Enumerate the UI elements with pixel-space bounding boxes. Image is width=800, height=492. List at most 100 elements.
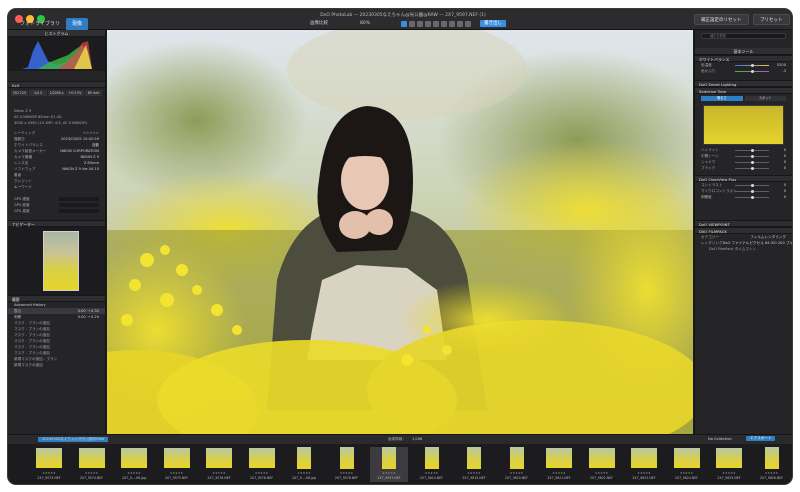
export-button[interactable]: 書き出し xyxy=(480,20,506,27)
slider-track[interactable] xyxy=(735,190,769,193)
split-view-icon[interactable] xyxy=(465,21,471,27)
filmstrip-thumbnail[interactable]: ★★★★★ 2X7_9578.NEF xyxy=(243,447,281,482)
section-smart-lighting[interactable]: DxO Smart Lighting xyxy=(695,80,792,87)
histogram-header[interactable]: ヒストグラム xyxy=(8,30,105,37)
slider-track[interactable] xyxy=(735,70,769,73)
thumbnail-rating[interactable]: ★★★★★ xyxy=(370,471,408,475)
filmstrip-thumbnail[interactable]: ★★★★★ 2X7_9574.NEF xyxy=(73,447,111,482)
section-viewpoint[interactable]: DxO VIEWPOINT xyxy=(695,220,792,227)
filmstrip-thumbnail[interactable]: ★★★★★ 2X7_9623.NEF xyxy=(625,447,663,482)
tone-tab-spot[interactable]: スポット xyxy=(744,96,786,101)
thumbnail-rating[interactable]: ★★★★★ xyxy=(498,471,536,475)
slider-knob[interactable] xyxy=(751,190,754,193)
thumbnail-rating[interactable]: ★★★★★ xyxy=(243,471,281,475)
filmpack-time-machine[interactable]: DxO FilmPack タイムマシン xyxy=(695,246,792,252)
export-to-button[interactable]: エクスポート xyxy=(746,436,776,441)
eye-preview-icon[interactable] xyxy=(457,21,463,27)
thumbnail-rating[interactable]: ★★★★★ xyxy=(710,471,748,475)
filmstrip-thumbnail[interactable]: ★★★★★ 2X7_9578.NEF xyxy=(328,447,366,482)
collection-label[interactable]: No Collection xyxy=(708,437,732,441)
thumbnail-rating[interactable]: ★★★★★ xyxy=(158,471,196,475)
slider-knob[interactable] xyxy=(751,196,754,199)
reset-corrections-button[interactable]: 補正設定のリセット xyxy=(694,14,749,25)
slider-track[interactable] xyxy=(735,64,769,67)
red-eye-tool-icon[interactable] xyxy=(425,21,431,27)
thumbnail-rating[interactable]: ★★★★★ xyxy=(73,471,111,475)
gps-field[interactable] xyxy=(59,209,99,213)
slider-knob[interactable] xyxy=(751,64,754,67)
crop-tool-icon[interactable] xyxy=(401,21,407,27)
thumbnail-rating[interactable]: ★★★★★ xyxy=(625,471,663,475)
gps-field[interactable] xyxy=(59,197,99,201)
thumbnail-rating[interactable]: ★★★★★ xyxy=(583,471,621,475)
thumbnail-rating[interactable]: ★★★★★ xyxy=(328,471,366,475)
filmstrip-thumbnail[interactable]: ★★★★★ 2X7_9622.NEF xyxy=(583,447,621,482)
perspective-tool-icon[interactable] xyxy=(417,21,423,27)
thumbnail-rating[interactable]: ★★★★★ xyxy=(753,471,791,475)
history-header[interactable]: 履歴 xyxy=(8,295,105,302)
straighten-tool-icon[interactable] xyxy=(409,21,415,27)
filmstrip-thumbnail[interactable]: ★★★★★ 2X7_9576.NEF xyxy=(200,447,238,482)
filmstrip-thumbnail[interactable]: ★★★★★ 2X7_9626.NEF xyxy=(753,447,791,482)
filmstrip-thumbnail[interactable]: ★★★★★ 2X7_9610.NEF xyxy=(413,447,451,482)
exif-section-header[interactable]: Exif xyxy=(8,81,105,88)
slider-track[interactable] xyxy=(735,167,769,170)
slider-knob[interactable] xyxy=(751,149,754,152)
compare-button[interactable]: 画像比較 xyxy=(310,20,328,27)
thumbnail-rating[interactable]: ★★★★★ xyxy=(413,471,451,475)
slider-knob[interactable] xyxy=(751,161,754,164)
slider-row[interactable]: 明瞭度 0 xyxy=(695,194,792,200)
filmstrip-thumbnail[interactable]: ★★★★★ 2X7_9620.NEF xyxy=(498,447,536,482)
folder-name[interactable]: 20230305なえちゃん@光公園@RAW xyxy=(38,437,109,442)
thumbnail-rating[interactable]: ★★★★★ xyxy=(285,471,323,475)
filmstrip-thumbnail[interactable]: ★★★★★ 2X7_9615.NEF xyxy=(455,447,493,482)
slider-row[interactable]: ブラック 0 xyxy=(695,165,792,171)
control-point-tool-icon[interactable] xyxy=(449,21,455,27)
filmstrip-thumbnail[interactable]: ★★★★★ 2X7_9625.NEF xyxy=(710,447,748,482)
repair-tool-icon[interactable] xyxy=(433,21,439,27)
section-clearview[interactable]: DxO ClearView Plus xyxy=(695,175,792,182)
slider-knob[interactable] xyxy=(751,167,754,170)
filmstrip-thumbnail[interactable]: ★★★★★ 2X7_9621.NEF xyxy=(540,447,578,482)
basic-tools-header[interactable]: 基本ツール xyxy=(695,48,792,55)
filmstrip-thumbnail[interactable]: ★★★★★ 2X7_9...-06.jpg xyxy=(115,447,153,482)
slider-knob[interactable] xyxy=(751,70,754,73)
navigator-thumbnail[interactable] xyxy=(43,231,79,291)
navigator-header[interactable]: ナビゲーター xyxy=(8,220,105,227)
history-item[interactable]: 新規マスクの追加 xyxy=(8,362,105,368)
thumbnail-rating[interactable]: ★★★★★ xyxy=(668,471,706,475)
slider-knob[interactable] xyxy=(751,155,754,158)
slider-value[interactable]: 0 xyxy=(784,165,786,171)
slider-knob[interactable] xyxy=(751,184,754,187)
filmstrip-thumbnail[interactable]: ★★★★★ 2X7_9573.NEF xyxy=(30,447,68,482)
slider-track[interactable] xyxy=(735,155,769,158)
slider-track[interactable] xyxy=(735,149,769,152)
section-selective-tone[interactable]: Selective Tone xyxy=(695,87,792,94)
presets-button[interactable]: プリセット xyxy=(753,14,790,25)
section-white-balance[interactable]: ホワイトバランス xyxy=(695,55,792,62)
navigator[interactable] xyxy=(8,227,105,295)
filmstrip-thumbnail[interactable]: ★★★★★ 2X7_9597.NEF xyxy=(370,447,408,482)
zoom-level[interactable]: 80% xyxy=(360,20,370,27)
slider-value[interactable]: -3 xyxy=(782,68,786,74)
filmstrip-thumbnail[interactable]: ★★★★★ 2X7_9624.NEF xyxy=(668,447,706,482)
slider-track[interactable] xyxy=(735,161,769,164)
thumbnail-rating[interactable]: ★★★★★ xyxy=(30,471,68,475)
thumbnail-rating[interactable]: ★★★★★ xyxy=(455,471,493,475)
slider-track[interactable] xyxy=(735,196,769,199)
local-adjust-tool-icon[interactable] xyxy=(441,21,447,27)
slider-value[interactable]: 0 xyxy=(784,194,786,200)
slider-track[interactable] xyxy=(735,184,769,187)
gps-field[interactable] xyxy=(59,203,99,207)
tone-tab-brightness[interactable]: 明るさ xyxy=(701,96,743,101)
thumbnail-rating[interactable]: ★★★★★ xyxy=(200,471,238,475)
thumbnail-rating[interactable]: ★★★★★ xyxy=(115,471,153,475)
slider-row[interactable]: 色かぶり -3 xyxy=(695,68,792,74)
thumbnail-filename: 2X7_9610.NEF xyxy=(419,476,444,480)
thumbnail-rating[interactable]: ★★★★★ xyxy=(540,471,578,475)
filmstrip-thumbnail[interactable]: ★★★★★ 2X7_9575.NEF xyxy=(158,447,196,482)
filmstrip-thumbnail[interactable]: ★★★★★ 2X7_9...-06.jpg xyxy=(285,447,323,482)
section-filmpack[interactable]: DXO FILMPACK xyxy=(695,227,792,234)
search-input[interactable]: 補正を検索 xyxy=(701,33,786,39)
main-photo[interactable] xyxy=(107,30,693,434)
